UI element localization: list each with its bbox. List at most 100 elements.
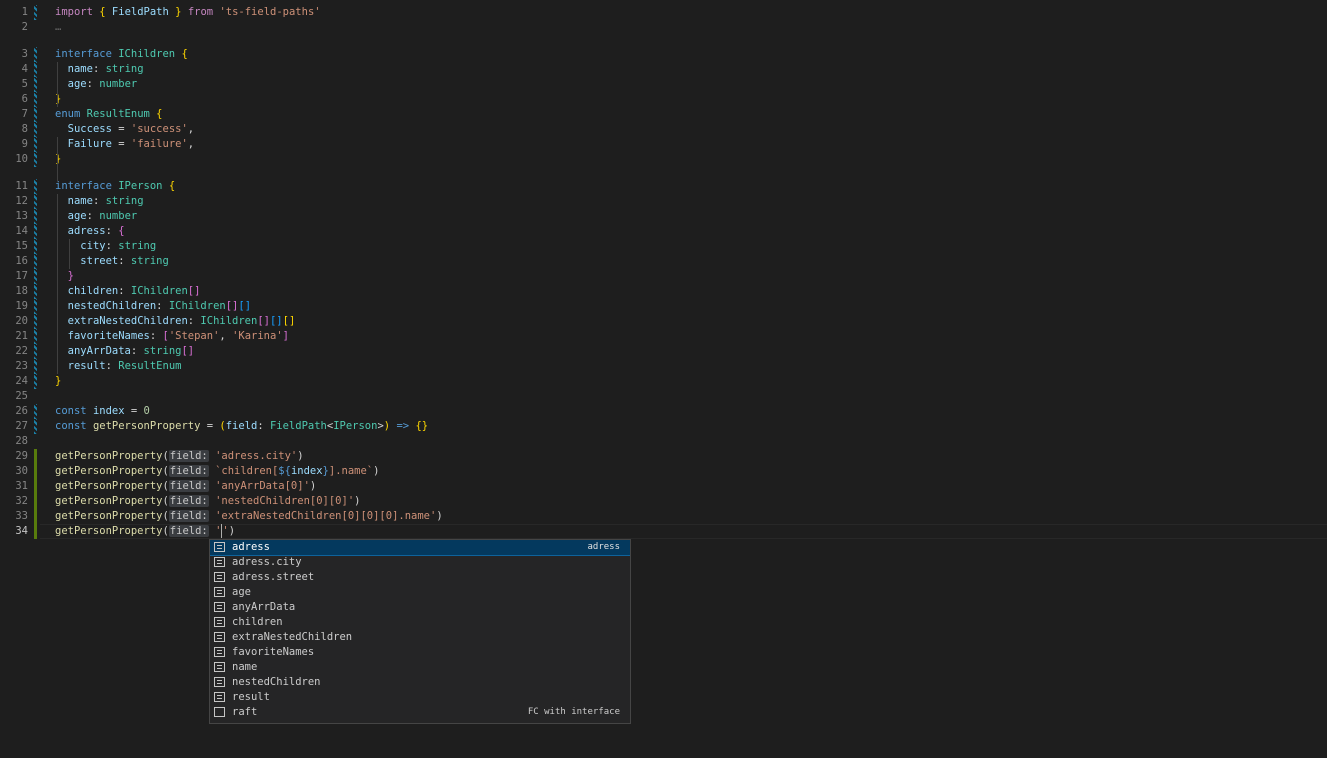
line-number: 12 [15, 195, 28, 207]
modified-line-marker[interactable] [34, 137, 37, 152]
modified-line-marker[interactable] [34, 5, 37, 20]
modified-line-marker[interactable] [34, 374, 37, 389]
code-line[interactable]: 34 getPersonProperty(field: '') [0, 524, 1327, 539]
code-line[interactable]: 22 anyArrData: string[] [0, 344, 1327, 359]
code-line[interactable]: 30 getPersonProperty(field: `children[${i… [0, 464, 1327, 479]
code-line[interactable]: 31 getPersonProperty(field: 'anyArrData[0… [0, 479, 1327, 494]
code-line[interactable]: 6} [0, 92, 1327, 107]
code-token: age [67, 78, 87, 90]
code-token: { [156, 108, 163, 120]
code-line[interactable]: 18 children: IChildren[] [0, 284, 1327, 299]
code-text: enum ResultEnum { [55, 107, 163, 122]
code-line[interactable]: 16 street: string [0, 254, 1327, 269]
code-line[interactable]: 27 const getPersonProperty = (field: Fiel… [0, 419, 1327, 434]
suggestion-label: name [232, 661, 258, 673]
modified-line-marker[interactable] [34, 62, 37, 77]
suggestion-item[interactable]: anyArrData [210, 600, 630, 615]
code-line[interactable]: 32 getPersonProperty(field: 'nestedChildr… [0, 494, 1327, 509]
suggestion-item[interactable]: age [210, 585, 630, 600]
code-line[interactable]: 28 [0, 434, 1327, 449]
code-line[interactable]: 8 Success = 'success', [0, 122, 1327, 137]
code-editor[interactable]: 1 import { FieldPath } from 'ts-field-pat… [0, 0, 1327, 758]
line-number: 6 [21, 93, 28, 105]
modified-line-marker[interactable] [34, 107, 37, 122]
suggestion-item[interactable]: favoriteNames [210, 645, 630, 660]
suggestion-item[interactable]: result [210, 690, 630, 705]
suggest-widget[interactable]: adress adress adress.city adress.street age a… [209, 539, 631, 724]
modified-line-marker[interactable] [34, 419, 37, 434]
added-line-marker[interactable] [34, 464, 37, 479]
code-line[interactable]: 13 age: number [0, 209, 1327, 224]
code-line[interactable]: 10} [0, 152, 1327, 167]
code-line[interactable]: 3 interface IChildren { [0, 47, 1327, 62]
added-line-marker[interactable] [34, 479, 37, 494]
code-line[interactable]: 15 city: string [0, 239, 1327, 254]
modified-line-marker[interactable] [34, 299, 37, 314]
suggestion-item[interactable]: extraNestedChildren [210, 630, 630, 645]
code-line[interactable]: 23 result: ResultEnum [0, 359, 1327, 374]
modified-line-marker[interactable] [34, 239, 37, 254]
code-line[interactable]: 2… [0, 20, 1327, 35]
modified-line-marker[interactable] [34, 179, 37, 194]
added-line-marker[interactable] [34, 449, 37, 464]
line-number: 19 [15, 300, 28, 312]
code-text: getPersonProperty(field: 'adress.city') [55, 449, 304, 464]
added-line-marker[interactable] [34, 494, 37, 509]
modified-line-marker[interactable] [34, 47, 37, 62]
suggestion-item[interactable]: nestedChildren [210, 675, 630, 690]
modified-line-marker[interactable] [34, 77, 37, 92]
code-text: } [55, 374, 61, 389]
code-line[interactable]: 11 interface IPerson { [0, 179, 1327, 194]
parameter-hint: field: [168, 450, 209, 462]
modified-line-marker[interactable] [34, 224, 37, 239]
code-line[interactable]: 33 getPersonProperty(field: 'extraNestedC… [0, 509, 1327, 524]
modified-line-marker[interactable] [34, 344, 37, 359]
code-token: : [187, 315, 201, 327]
modified-line-marker[interactable] [34, 329, 37, 344]
modified-line-marker[interactable] [34, 284, 37, 299]
modified-line-marker[interactable] [34, 404, 37, 419]
code-line[interactable]: 24} [0, 374, 1327, 389]
code-line[interactable]: 19 nestedChildren: IChildren[][] [0, 299, 1327, 314]
added-line-marker[interactable] [34, 509, 37, 524]
modified-line-marker[interactable] [34, 359, 37, 374]
suggestion-item[interactable]: children [210, 615, 630, 630]
code-token: ] [282, 330, 289, 342]
modified-line-marker[interactable] [34, 209, 37, 224]
modified-line-marker[interactable] [34, 254, 37, 269]
code-line[interactable]: 26 const index = 0 [0, 404, 1327, 419]
modified-line-marker[interactable] [34, 122, 37, 137]
code-text: interface IPerson { [55, 179, 175, 194]
code-line[interactable]: 9 Failure = 'failure', [0, 137, 1327, 152]
code-line[interactable]: 5 age: number [0, 77, 1327, 92]
code-line[interactable]: 29 getPersonProperty(field: 'adress.city'… [0, 449, 1327, 464]
suggestion-item[interactable]: name [210, 660, 630, 675]
code-line[interactable]: 20 extraNestedChildren: IChildren[][][] [0, 314, 1327, 329]
code-text: getPersonProperty(field: 'nestedChildren… [55, 494, 360, 509]
code-line[interactable]: 14 adress: { [0, 224, 1327, 239]
modified-line-marker[interactable] [34, 92, 37, 107]
code-line[interactable]: 1 import { FieldPath } from 'ts-field-pat… [0, 5, 1327, 20]
code-line[interactable]: 21 favoriteNames: ['Stepan', 'Karina'] [0, 329, 1327, 344]
added-line-marker[interactable] [34, 524, 37, 539]
line-number: 17 [15, 270, 28, 282]
line-number: 1 [21, 6, 28, 18]
code-line[interactable]: 7 enum ResultEnum { [0, 107, 1327, 122]
code-line[interactable]: 12 name: string [0, 194, 1327, 209]
code-line[interactable]: 25 [0, 389, 1327, 404]
modified-line-marker[interactable] [34, 269, 37, 284]
code-token: ( [162, 450, 169, 462]
code-token: 0 [143, 405, 150, 417]
modified-line-marker[interactable] [34, 194, 37, 209]
suggestion-item[interactable]: adress adress [210, 540, 630, 556]
code-token: field [225, 420, 258, 432]
suggestion-item[interactable]: adress.city [210, 555, 630, 570]
suggestion-item[interactable]: raft FC with interface [210, 705, 630, 720]
modified-line-marker[interactable] [34, 152, 37, 167]
code-token: = [111, 123, 131, 135]
code-token: `children[ [215, 465, 279, 477]
modified-line-marker[interactable] [34, 314, 37, 329]
suggestion-item[interactable]: adress.street [210, 570, 630, 585]
code-line[interactable]: 4 name: string [0, 62, 1327, 77]
code-line[interactable]: 17 } [0, 269, 1327, 284]
